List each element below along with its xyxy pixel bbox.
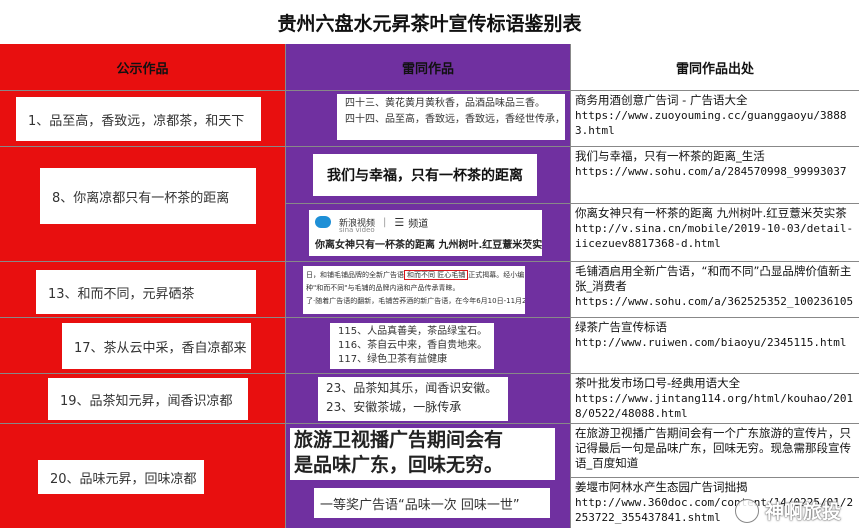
page-title: 贵州六盘水元昇茶叶宣传标语鉴别表 — [0, 0, 859, 45]
entry-snippet: 20、品味元昇，回味凉都 — [38, 460, 204, 494]
similar-line: 四十三、黄花黄月黄秋香，品酒品味品三香。 — [345, 98, 545, 109]
source-title: 你离女神只有一杯茶的距离 九州树叶.红豆薏米芡实茶 — [575, 206, 847, 220]
source-cell: 在旅游卫视播广告期间会有一个广东旅游的宣传片，只记得最后一句是品味广东，回味无穷… — [571, 424, 859, 478]
similar-line: 旅游卫视播广告期间会有 — [294, 429, 504, 451]
source-url[interactable]: https://www.sohu.com/a/362525352_1002361… — [575, 294, 855, 309]
highlight-box: 和而不同 匠心毛铺 — [404, 270, 469, 280]
source-cell: 茶叶批发市场口号-经典用语大全 https://www.jintang114.o… — [571, 374, 859, 424]
column-divider — [285, 44, 286, 528]
video-caption: 你离女神只有一杯茶的距离 九州树叶.红豆薏米芡实茶 — [315, 240, 542, 251]
source-url[interactable]: http://www.ruiwen.com/biaoyu/2345115.htm… — [575, 335, 855, 350]
source-title: 毛铺酒启用全新广告语，“和而不同”凸显品牌价值新主张_消费者 — [575, 264, 852, 293]
entry-snippet: 13、和而不同，元昇硒茶 — [36, 270, 256, 314]
video-site-sub: sina video — [339, 226, 375, 234]
video-channel: 频道 — [408, 218, 429, 230]
similar-line: 了·随着广告语的翻新，毛铺苦荞酒的新广告语，在今年6月10日-11月2 — [306, 297, 525, 305]
entry-snippet: 1、品至高，香致远，凉都茶，和天下 — [16, 97, 261, 141]
header-source: 雷同作品出处 — [571, 44, 859, 91]
source-cell: 我们与幸福，只有一杯茶的距离_生活 https://www.sohu.com/a… — [571, 147, 859, 204]
similar-snippet: 四十三、黄花黄月黄秋香，品酒品味品三香。 四十四、品至高，香致远，香致远，香经世… — [337, 94, 565, 140]
video-snippet: 新浪视频 | ☰ 频道 sina video 你离女神只有一杯茶的距离 九州树叶… — [309, 210, 542, 256]
similar-line: 117、绿色卫茶有益健康 — [338, 354, 448, 365]
source-url[interactable]: https://www.jintang114.org/html/kouhao/2… — [575, 391, 855, 421]
source-url[interactable]: https://www.zuoyouming.cc/guanggaoyu/388… — [575, 108, 855, 138]
similar-snippet: 一等奖广告语“品味一次 回味一世” — [314, 488, 550, 518]
similar-line: 日，和铺毛铺品牌的全新广告语 和而不同 匠心毛铺 正式揭幕。经小编 — [306, 270, 525, 280]
sina-video-logo-icon — [315, 216, 331, 228]
source-url[interactable]: http://v.sina.cn/mobile/2019-10-03/detai… — [575, 221, 855, 251]
source-title: 绿茶广告宣传标语 — [575, 320, 667, 334]
source-title: 在旅游卫视播广告期间会有一个广东旅游的宣传片，只记得最后一句是品味广东，回味无穷… — [575, 426, 851, 470]
source-cell: 毛铺酒启用全新广告语，“和而不同”凸显品牌价值新主张_消费者 https://w… — [571, 262, 859, 318]
similar-snippet: 115、人品真善美，茶品绿宝石。 116、茶自云中来，香自贵地来。 117、绿色… — [330, 323, 494, 369]
similar-line: 23、安徽茶城，一脉传承 — [326, 400, 462, 414]
menu-icon: ☰ — [394, 215, 405, 229]
entry-snippet: 19、品茶知元昇，闻香识凉都 — [48, 378, 248, 420]
source-title: 商务用酒创意广告词 - 广告语大全 — [575, 93, 748, 107]
source-title: 茶叶批发市场口号-经典用语大全 — [575, 376, 741, 390]
similar-snippet: 日，和铺毛铺品牌的全新广告语 和而不同 匠心毛铺 正式揭幕。经小编 种"和而不同"与… — [303, 266, 525, 314]
similar-snippet: 23、品茶知其乐，闻香识安徽。 23、安徽茶城，一脉传承 — [318, 377, 508, 421]
source-url[interactable]: https://www.sohu.com/a/284570998_9999303… — [575, 164, 855, 179]
watermark-text: 神啊旅投 — [764, 501, 841, 523]
similar-snippet: 旅游卫视播广告期间会有 是品味广东，回味无穷。 — [290, 428, 555, 480]
header-public-entry: 公示作品 — [0, 44, 286, 91]
similar-snippet: 我们与幸福，只有一杯茶的距离 — [313, 154, 537, 196]
source-cell: 绿茶广告宣传标语 http://www.ruiwen.com/biaoyu/23… — [571, 318, 859, 374]
wechat-account-icon — [734, 498, 759, 523]
source-title: 姜堰市阿林水产生态园广告词拙揭 — [575, 480, 748, 494]
source-title: 我们与幸福，只有一杯茶的距离_生活 — [575, 149, 765, 163]
entry-snippet: 17、茶从云中采，香自凉都来 — [62, 323, 251, 369]
similar-line: 四十四、品至高，香致远，香致远，香经世传承，香酒品质永恒。 — [345, 114, 565, 125]
similar-line: 23、品茶知其乐，闻香识安徽。 — [326, 381, 498, 395]
watermark: 神啊旅投 — [734, 497, 841, 524]
source-cell: 你离女神只有一杯茶的距离 九州树叶.红豆薏米芡实茶 http://v.sina.… — [571, 204, 859, 262]
source-cell: 商务用酒创意广告词 - 广告语大全 https://www.zuoyouming… — [571, 91, 859, 147]
similar-line: 116、茶自云中来，香自贵地来。 — [338, 340, 488, 351]
header-similar-entry: 雷同作品 — [286, 44, 571, 91]
entry-snippet: 8、你离凉都只有一杯茶的距离 — [40, 168, 256, 224]
similar-line: 115、人品真善美，茶品绿宝石。 — [338, 326, 488, 337]
similar-line: 是品味广东，回味无穷。 — [294, 454, 504, 476]
similar-line: 种"和而不同"与毛铺的品牌内涵和产品传承青睐。 — [306, 284, 460, 292]
